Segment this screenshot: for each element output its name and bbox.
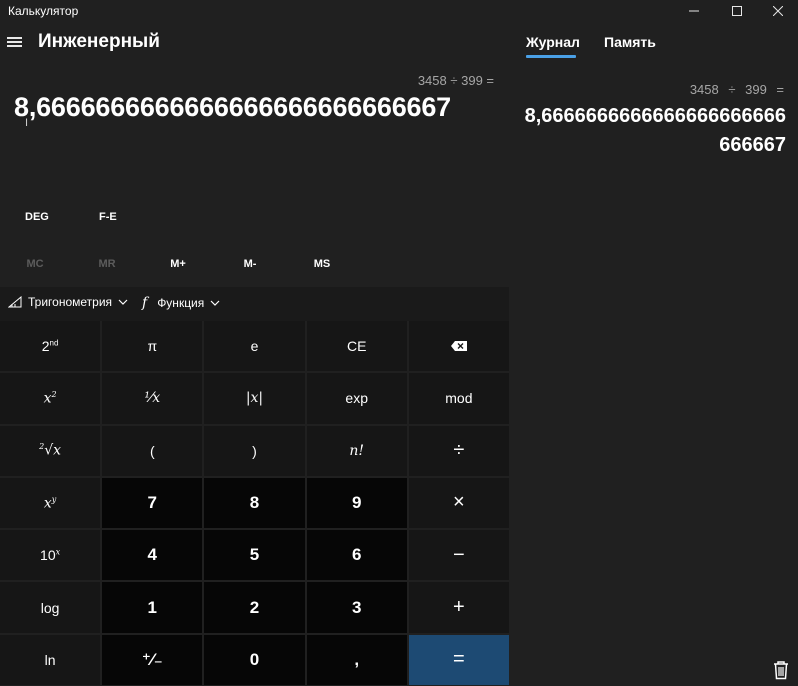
reciprocal-button[interactable]: ¹⁄x xyxy=(102,373,203,424)
memory-store-button[interactable]: MS xyxy=(287,251,357,277)
digit-1-button[interactable]: 1 xyxy=(102,582,203,633)
divide-button[interactable]: ÷ xyxy=(408,425,509,476)
decimal-button[interactable]: , xyxy=(306,634,407,685)
memory-add-button[interactable]: M+ xyxy=(143,251,213,277)
digit-2-button[interactable]: 2 xyxy=(204,582,305,633)
memory-clear-button[interactable]: MC xyxy=(0,251,70,277)
pi-button[interactable]: π xyxy=(102,321,203,372)
minimize-button[interactable] xyxy=(674,0,714,22)
log-button[interactable]: log xyxy=(0,582,101,633)
absolute-button[interactable]: |x| xyxy=(204,373,305,424)
maximize-button[interactable] xyxy=(717,0,757,22)
memory-recall-button[interactable]: MR xyxy=(72,251,142,277)
chevron-down-icon xyxy=(118,299,128,305)
expression-display: 3458 ÷ 399 = xyxy=(417,73,494,88)
power-label: xy xyxy=(43,494,57,512)
app-title: Калькулятор xyxy=(8,4,79,18)
text-cursor-icon: I xyxy=(25,117,29,129)
digit-4-button[interactable]: 4 xyxy=(102,530,203,581)
digit-5-button[interactable]: 5 xyxy=(204,530,305,581)
mode-title: Инженерный xyxy=(38,31,160,52)
hamburger-menu-icon[interactable] xyxy=(5,34,25,50)
close-button[interactable] xyxy=(758,0,798,22)
exp-button[interactable]: exp xyxy=(306,373,407,424)
digit-0-button[interactable]: 0 xyxy=(204,634,305,685)
angle-mode-button[interactable]: DEG xyxy=(25,203,49,231)
mod-button[interactable]: mod xyxy=(408,373,509,424)
add-button[interactable]: + xyxy=(408,582,509,633)
second-function-button[interactable]: 2nd xyxy=(0,321,101,372)
keypad: 2nd π e CE x2 ¹⁄x |x| exp mod 2√x ( ) n!… xyxy=(0,321,509,685)
delete-history-button[interactable] xyxy=(772,660,792,680)
tab-memory[interactable]: Память xyxy=(604,34,656,50)
backspace-button[interactable] xyxy=(408,321,509,372)
open-paren-button[interactable]: ( xyxy=(102,425,203,476)
subtract-button[interactable]: − xyxy=(408,530,509,581)
digit-6-button[interactable]: 6 xyxy=(306,530,407,581)
minimize-icon xyxy=(689,10,699,12)
ten-power-button[interactable]: 10x xyxy=(0,530,101,581)
function-dropdown[interactable]: f Функция xyxy=(142,295,220,311)
function-strip: Тригонометрия f Функция xyxy=(0,287,509,321)
multiply-button[interactable]: × xyxy=(408,477,509,529)
square-label: x2 xyxy=(43,390,57,407)
backspace-icon xyxy=(450,341,467,352)
history-entry-expression[interactable]: 3458 ÷ 399 = xyxy=(690,82,784,97)
history-entry-result[interactable]: 8,6666666666666666666666666667 xyxy=(514,102,786,160)
result-display: 8,6666666666666666666666666667 xyxy=(14,92,451,122)
maximize-icon xyxy=(732,6,742,16)
function-f-icon: f xyxy=(142,295,148,311)
trash-icon xyxy=(774,661,788,680)
digit-7-button[interactable]: 7 xyxy=(102,477,203,529)
e-button[interactable]: e xyxy=(204,321,305,372)
equals-button[interactable]: = xyxy=(408,634,509,685)
square-root-label: 2√x xyxy=(39,442,62,460)
digit-8-button[interactable]: 8 xyxy=(204,477,305,529)
factorial-button[interactable]: n! xyxy=(306,425,407,476)
triangle-ruler-icon xyxy=(8,296,22,308)
function-label: Функция xyxy=(157,296,205,310)
trigonometry-label: Тригонометрия xyxy=(28,295,113,309)
fe-button[interactable]: F-E xyxy=(99,203,117,231)
title-bar: Калькулятор xyxy=(0,0,798,22)
ln-button[interactable]: ln xyxy=(0,634,101,685)
close-icon xyxy=(773,6,783,16)
clear-entry-button[interactable]: CE xyxy=(306,321,407,372)
close-paren-button[interactable]: ) xyxy=(204,425,305,476)
power-button[interactable]: xy xyxy=(0,477,101,529)
second-function-label: 2nd xyxy=(41,338,59,355)
square-root-button[interactable]: 2√x xyxy=(0,425,101,476)
digit-9-button[interactable]: 9 xyxy=(306,477,407,529)
negate-button[interactable]: ⁺⁄₋ xyxy=(102,634,203,685)
digit-3-button[interactable]: 3 xyxy=(306,582,407,633)
ten-power-label: 10x xyxy=(40,547,61,564)
tab-history[interactable]: Журнал xyxy=(526,34,580,50)
square-button[interactable]: x2 xyxy=(0,373,101,424)
memory-subtract-button[interactable]: M- xyxy=(215,251,285,277)
trigonometry-dropdown[interactable]: Тригонометрия xyxy=(8,295,128,309)
active-tab-indicator xyxy=(526,55,576,58)
chevron-down-icon xyxy=(210,300,220,306)
